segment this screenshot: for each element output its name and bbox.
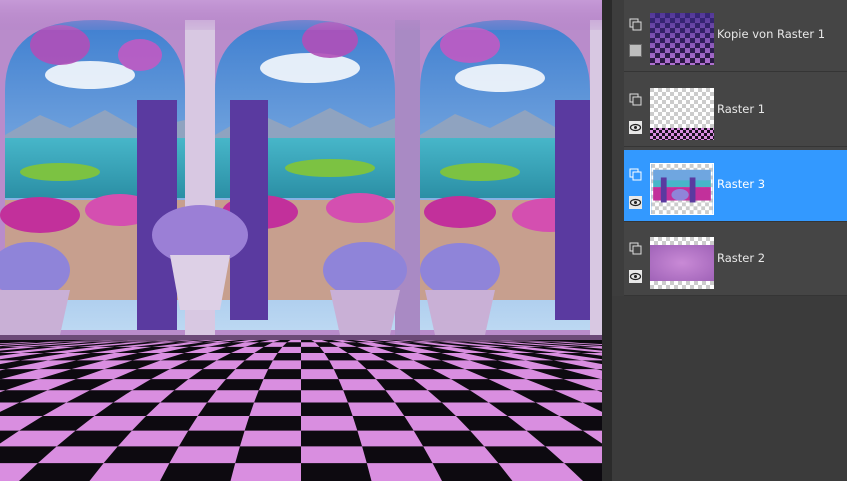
eye-icon[interactable] xyxy=(629,194,642,209)
layer-name: Raster 3 xyxy=(717,177,766,191)
layer-name: Raster 1 xyxy=(717,102,766,116)
panel-divider[interactable] xyxy=(602,0,612,481)
canvas-artwork xyxy=(0,0,602,481)
layer-group-icon[interactable] xyxy=(629,91,642,106)
layer-name: Kopie von Raster 1 xyxy=(717,27,826,41)
layer-thumbnail xyxy=(650,163,714,215)
eye-icon[interactable] xyxy=(629,268,642,283)
layer-group-icon[interactable] xyxy=(629,166,642,181)
layer-name: Raster 2 xyxy=(717,251,766,265)
layer-thumbnail xyxy=(650,237,714,289)
eye-icon[interactable] xyxy=(629,119,642,134)
layer-row-kopie-von-raster-1[interactable]: Kopie von Raster 1 xyxy=(624,0,847,72)
layer-group-icon[interactable] xyxy=(629,16,642,31)
layer-row-raster-1[interactable]: Raster 1 xyxy=(624,75,847,147)
layer-thumbnail xyxy=(650,13,714,65)
layer-thumbnail xyxy=(650,88,714,140)
panel-edge xyxy=(612,0,624,296)
layers-panel-empty-area xyxy=(612,296,847,481)
layer-group-icon[interactable] xyxy=(629,240,642,255)
layer-row-raster-2[interactable]: Raster 2 xyxy=(624,224,847,296)
visibility-toggle-hidden[interactable] xyxy=(629,44,642,57)
layer-row-raster-3[interactable]: Raster 3 xyxy=(624,150,847,222)
image-canvas[interactable] xyxy=(0,0,602,481)
